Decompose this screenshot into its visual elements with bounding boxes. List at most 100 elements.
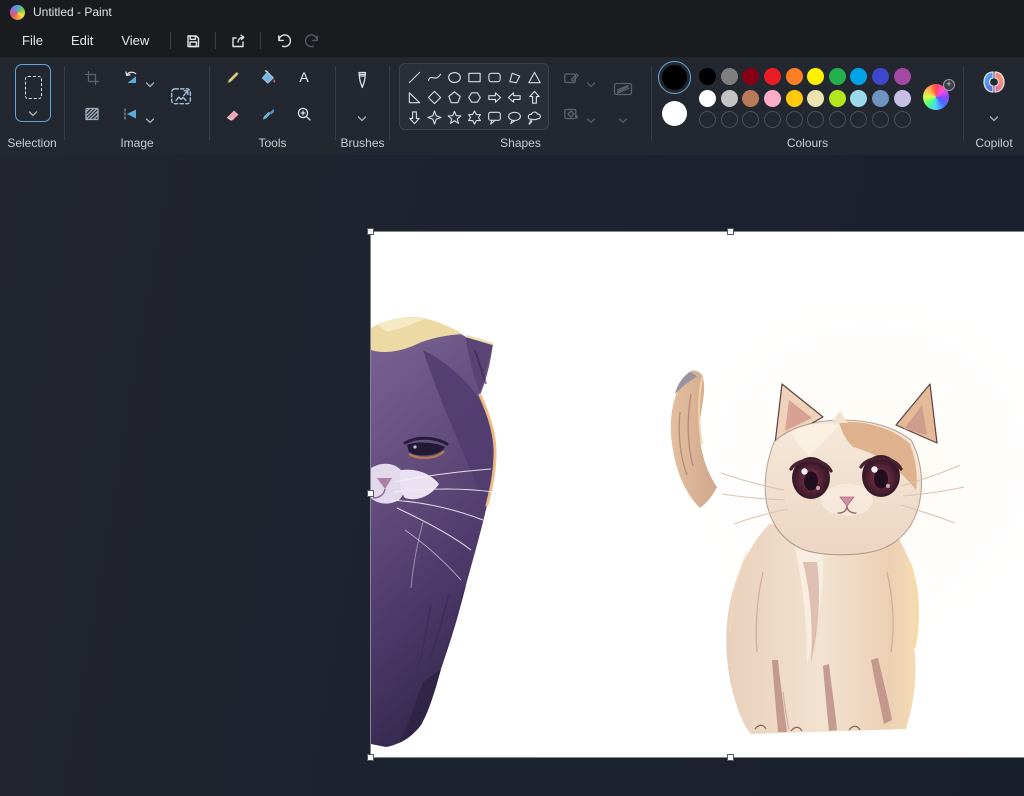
text-tool-icon[interactable]: A — [296, 69, 312, 85]
palette-colour[interactable] — [699, 68, 716, 85]
palette-colour[interactable] — [721, 90, 738, 107]
custom-colour-slot[interactable] — [764, 111, 781, 128]
palette-colour[interactable] — [786, 68, 803, 85]
custom-colour-slot[interactable] — [872, 111, 889, 128]
callout-cloud-shape-icon[interactable] — [527, 110, 542, 125]
canvas-handle-top-left[interactable] — [367, 228, 374, 235]
triangle-shape-icon[interactable] — [527, 70, 542, 85]
menu-edit[interactable]: Edit — [57, 28, 107, 53]
chevron-down-icon[interactable] — [618, 111, 628, 117]
group-colours: + Colours — [652, 57, 963, 155]
palette-colour[interactable] — [829, 68, 846, 85]
eraser-tool-icon[interactable] — [225, 106, 241, 122]
custom-colour-slot[interactable] — [850, 111, 867, 128]
flip-icon[interactable] — [123, 106, 139, 122]
canvas-handle-top-middle[interactable] — [727, 228, 734, 235]
colour1-swatch — [662, 65, 687, 90]
shape-outline-icon[interactable] — [563, 70, 579, 86]
canvas[interactable] — [371, 232, 1024, 757]
star-six-shape-icon[interactable] — [467, 110, 482, 125]
callout-rounded-shape-icon[interactable] — [487, 110, 502, 125]
palette-colour[interactable] — [829, 90, 846, 107]
chevron-down-icon[interactable] — [28, 104, 38, 110]
star-five-shape-icon[interactable] — [447, 110, 462, 125]
magnifier-tool-icon[interactable] — [296, 106, 312, 122]
palette-colour[interactable] — [872, 90, 889, 107]
hexagon-shape-icon[interactable] — [467, 90, 482, 105]
diamond-shape-icon[interactable] — [427, 90, 442, 105]
palette-colour[interactable] — [721, 68, 738, 85]
chevron-down-icon[interactable] — [357, 109, 367, 115]
canvas-handle-bottom-left[interactable] — [367, 754, 374, 761]
brush-icon[interactable] — [354, 70, 370, 94]
menu-items: FileEditView — [8, 28, 163, 53]
redo-button[interactable] — [298, 28, 328, 54]
palette-colour[interactable] — [742, 90, 759, 107]
copilot-icon[interactable] — [981, 69, 1007, 95]
selection-tool-button[interactable] — [15, 64, 51, 122]
arrow-up-shape-icon[interactable] — [527, 90, 542, 105]
add-colour-icon[interactable]: + — [943, 79, 955, 91]
palette-colour[interactable] — [894, 90, 911, 107]
right-triangle-shape-icon[interactable] — [407, 90, 422, 105]
menu-file[interactable]: File — [8, 28, 57, 53]
polygon-shape-icon[interactable] — [507, 70, 522, 85]
pentagon-shape-icon[interactable] — [447, 90, 462, 105]
colour2-selector[interactable] — [662, 101, 687, 126]
lightning-shape-icon[interactable] — [427, 130, 442, 131]
pencil-tool-icon[interactable] — [225, 70, 241, 86]
callout-oval-shape-icon[interactable] — [507, 110, 522, 125]
rounded-rectangle-shape-icon[interactable] — [487, 70, 502, 85]
canvas-handle-bottom-middle[interactable] — [727, 754, 734, 761]
curve-shape-icon[interactable] — [427, 70, 442, 85]
custom-colour-slot[interactable] — [894, 111, 911, 128]
palette-colour[interactable] — [807, 68, 824, 85]
undo-button[interactable] — [268, 28, 298, 54]
palette-colour[interactable] — [742, 68, 759, 85]
palette-colour[interactable] — [872, 68, 889, 85]
fill-tool-icon[interactable] — [260, 70, 276, 86]
palette-colour[interactable] — [850, 90, 867, 107]
rectangle-shape-icon[interactable] — [467, 70, 482, 85]
share-button[interactable] — [223, 28, 253, 54]
menu-view[interactable]: View — [107, 28, 163, 53]
palette-colour[interactable] — [764, 68, 781, 85]
chevron-down-icon[interactable] — [145, 75, 155, 81]
colour1-selector[interactable] — [658, 61, 691, 94]
group-label-tools: Tools — [210, 136, 335, 150]
custom-colour-slot[interactable] — [786, 111, 803, 128]
shape-thickness-icon[interactable] — [612, 81, 634, 97]
palette-colour[interactable] — [699, 90, 716, 107]
heart-shape-icon[interactable] — [407, 130, 422, 131]
star-four-shape-icon[interactable] — [427, 110, 442, 125]
chevron-down-icon[interactable] — [586, 75, 596, 81]
palette-colour[interactable] — [786, 90, 803, 107]
rotate-icon[interactable] — [123, 70, 139, 86]
palette-colour[interactable] — [807, 90, 824, 107]
custom-colour-slot[interactable] — [829, 111, 846, 128]
save-button[interactable] — [178, 28, 208, 54]
crop-icon[interactable] — [84, 70, 100, 86]
selection-rect-icon — [25, 76, 42, 99]
color-picker-tool-icon[interactable] — [260, 106, 276, 122]
palette-colour[interactable] — [894, 68, 911, 85]
chevron-down-icon[interactable] — [586, 111, 596, 117]
arrow-right-shape-icon[interactable] — [487, 90, 502, 105]
oval-shape-icon[interactable] — [447, 70, 462, 85]
palette-colour[interactable] — [850, 68, 867, 85]
chevron-down-icon[interactable] — [989, 109, 999, 115]
canvas-handle-left-middle[interactable] — [367, 490, 374, 497]
chevron-down-icon[interactable] — [145, 111, 155, 117]
custom-colour-slot[interactable] — [807, 111, 824, 128]
group-image: Image — [65, 57, 209, 155]
line-shape-icon[interactable] — [407, 70, 422, 85]
arrow-down-shape-icon[interactable] — [407, 110, 422, 125]
custom-colour-slot[interactable] — [742, 111, 759, 128]
arrow-left-shape-icon[interactable] — [507, 90, 522, 105]
custom-colour-slot[interactable] — [721, 111, 738, 128]
shape-fill-icon[interactable] — [563, 106, 579, 122]
custom-colour-slot[interactable] — [699, 111, 716, 128]
palette-colour[interactable] — [764, 90, 781, 107]
background-removal-icon[interactable] — [84, 106, 100, 122]
resize-icon[interactable] — [170, 86, 192, 106]
